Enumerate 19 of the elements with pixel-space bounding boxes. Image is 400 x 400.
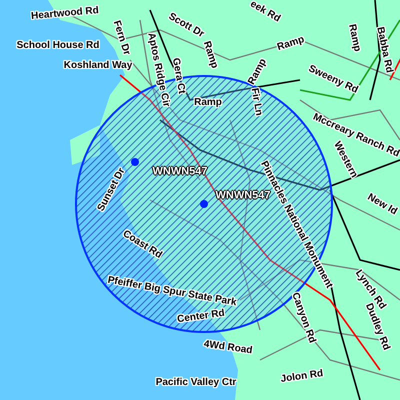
road-label: Pacific Valley Ctr: [156, 378, 236, 388]
road-label: Pfeiffer Big Spur State Park: [106, 276, 238, 308]
road-label: Fir Ln: [248, 87, 264, 117]
road-label: Heartwood Rd: [30, 6, 100, 22]
road-label: Center Rd: [176, 308, 226, 326]
road-label: Babba Rd: [374, 26, 394, 74]
road-label: School House Rd: [16, 41, 100, 51]
road-label: New Id: [366, 192, 398, 218]
road-label: Aptos Ridge Cir: [145, 32, 171, 108]
road-label: Koshland Way: [64, 61, 132, 71]
road-label: Gera Ct: [170, 57, 186, 95]
road-label: Fern Dr: [110, 20, 132, 56]
road-label: eek Rd: [248, 0, 282, 25]
road-label: Ramp: [346, 23, 362, 53]
road-label: Ramp: [276, 34, 306, 54]
road-label: Ramp: [200, 40, 220, 70]
road-label: Jolon Rd: [280, 369, 324, 385]
road-label: 4Wd Road: [203, 340, 253, 356]
road-label: Canyon Rd: [289, 292, 317, 344]
